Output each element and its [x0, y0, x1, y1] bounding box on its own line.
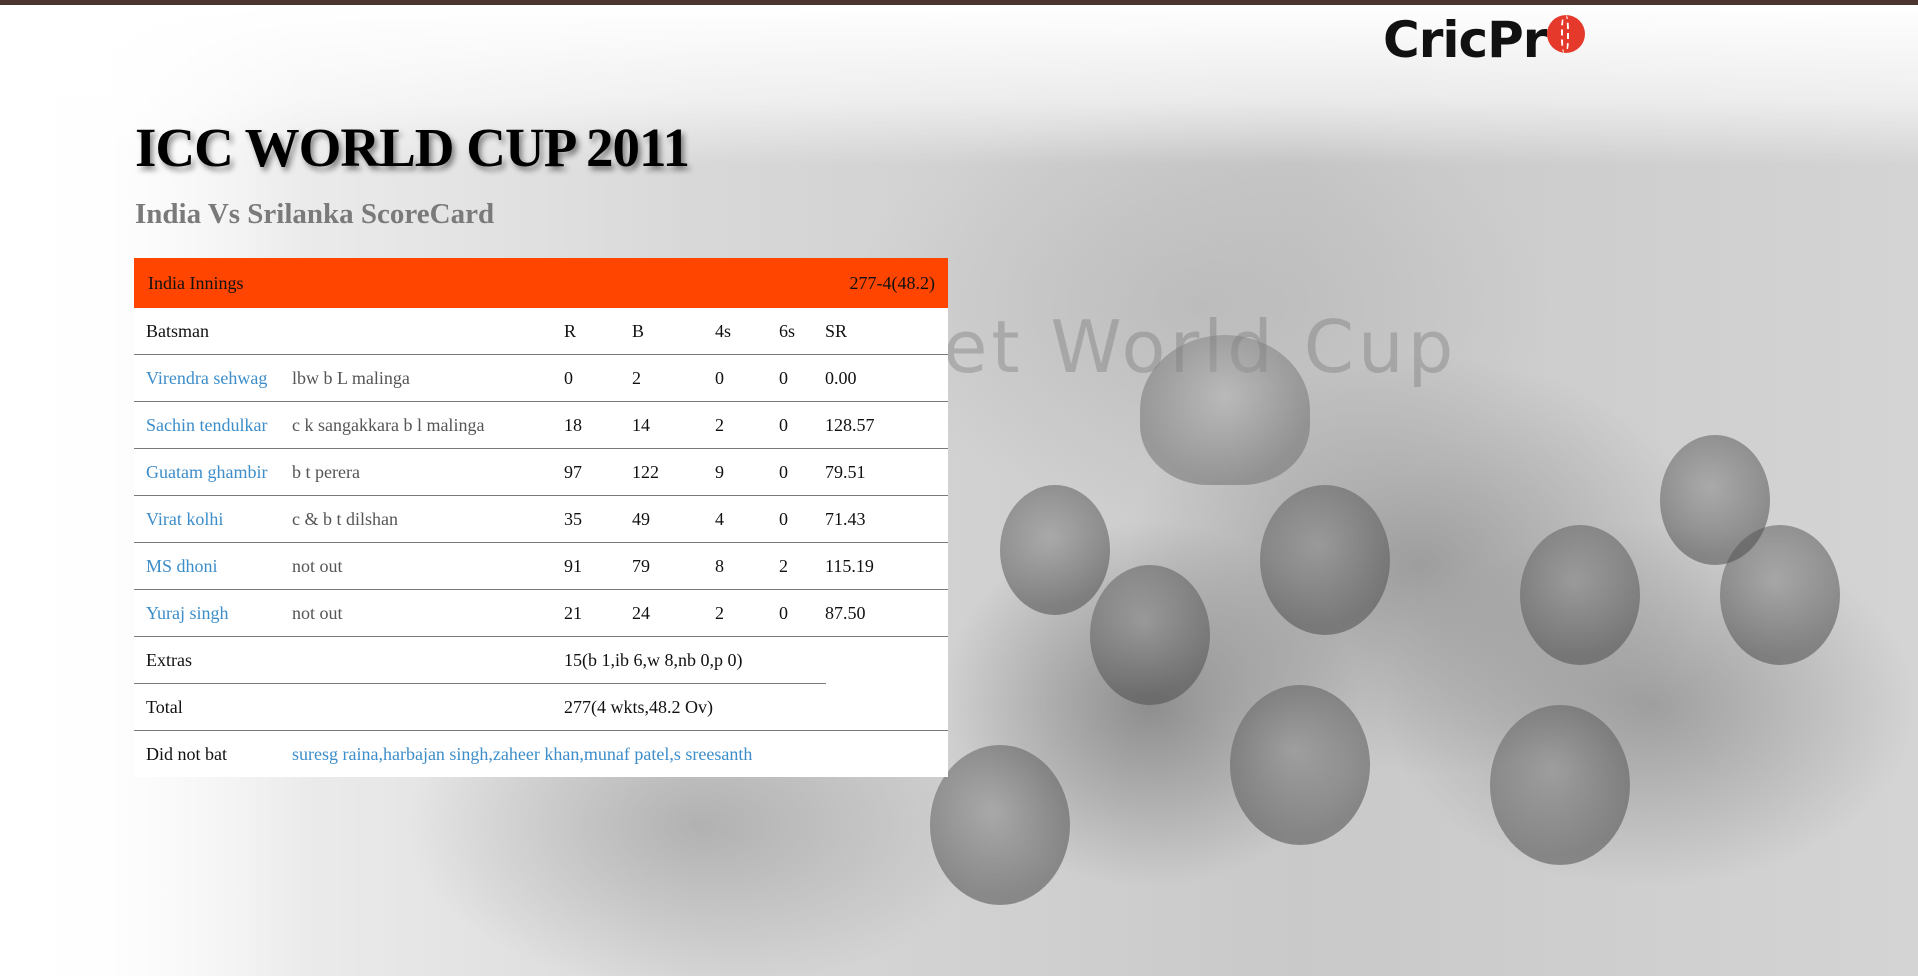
sixes: 0	[779, 461, 788, 482]
cricpro-logo[interactable]: CricPr	[1383, 11, 1586, 69]
batsman-name-link[interactable]: Virendra sehwag	[134, 368, 292, 389]
innings-team-label: India Innings	[148, 272, 244, 293]
fours: 4	[715, 508, 724, 529]
batsman-row: Yuraj singh not out 21 24 2 0 87.50	[134, 590, 948, 637]
column-header-row: Batsman R B 4s 6s SR	[134, 308, 948, 355]
runs: 35	[564, 508, 582, 529]
dismissal: not out	[292, 555, 343, 576]
strike-rate: 79.51	[825, 461, 866, 482]
fours: 2	[715, 602, 724, 623]
runs: 21	[564, 602, 582, 623]
extras-row: Extras 15(b 1,ib 6,w 8,nb 0,p 0)	[134, 637, 948, 684]
extras-label: Extras	[146, 650, 192, 670]
batsman-name-link[interactable]: Sachin tendulkar	[134, 415, 292, 436]
sixes: 2	[779, 555, 788, 576]
dismissal: lbw b L malinga	[292, 367, 410, 388]
col-balls: B	[632, 320, 645, 341]
runs: 97	[564, 461, 582, 482]
strike-rate: 128.57	[825, 414, 875, 435]
dismissal: b t perera	[292, 461, 360, 482]
cricket-ball-icon	[1547, 15, 1586, 53]
strike-rate: 87.50	[825, 602, 866, 623]
sixes: 0	[779, 367, 788, 388]
did-not-bat-row: Did not bat suresg raina,harbajan singh,…	[134, 731, 948, 777]
dismissal: c & b t dilshan	[292, 508, 398, 529]
col-runs: R	[564, 320, 577, 341]
fours: 2	[715, 414, 724, 435]
runs: 0	[564, 367, 573, 388]
runs: 91	[564, 555, 582, 576]
col-sixes: 6s	[779, 320, 796, 341]
dismissal: not out	[292, 602, 343, 623]
did-not-bat-label: Did not bat	[146, 743, 227, 764]
sixes: 0	[779, 508, 788, 529]
col-batsman: Batsman	[146, 320, 209, 341]
fours: 0	[715, 367, 724, 388]
did-not-bat-players-link[interactable]: suresg raina,harbajan singh,zaheer khan,…	[292, 744, 752, 765]
trophy-shape	[1140, 335, 1310, 485]
fours: 9	[715, 461, 724, 482]
strike-rate: 0.00	[825, 367, 857, 388]
fours: 8	[715, 555, 724, 576]
runs: 18	[564, 414, 582, 435]
logo-text: CricPr	[1383, 11, 1547, 69]
balls: 49	[632, 508, 650, 529]
batsman-row: Virendra sehwag lbw b L malinga 0 2 0 0 …	[134, 355, 948, 402]
col-strike-rate: SR	[825, 320, 848, 341]
page-title: ICC WORLD CUP 2011	[135, 117, 690, 178]
total-label: Total	[146, 696, 183, 717]
col-fours: 4s	[715, 320, 732, 341]
extras-value: 15(b 1,ib 6,w 8,nb 0,p 0)	[564, 650, 743, 670]
total-value: 277(4 wkts,48.2 Ov)	[564, 696, 713, 717]
batsman-name-link[interactable]: Yuraj singh	[134, 603, 292, 624]
scorecard-table: India Innings 277-4(48.2) Batsman R B 4s…	[134, 258, 948, 777]
batsman-name-link[interactable]: Guatam ghambir	[134, 462, 292, 483]
total-row: Total 277(4 wkts,48.2 Ov)	[134, 684, 948, 731]
batsman-name-link[interactable]: MS dhoni	[134, 556, 292, 577]
innings-score-summary: 277-4(48.2)	[849, 272, 935, 293]
balls: 14	[632, 414, 650, 435]
balls: 24	[632, 602, 650, 623]
balls: 79	[632, 555, 650, 576]
scorecard-body: Batsman R B 4s 6s SR Virendra sehwag lbw…	[134, 308, 948, 777]
sixes: 0	[779, 602, 788, 623]
balls: 122	[632, 461, 659, 482]
strike-rate: 71.43	[825, 508, 866, 529]
batsman-row: Virat kolhi c & b t dilshan 35 49 4 0 71…	[134, 496, 948, 543]
sixes: 0	[779, 414, 788, 435]
batsman-row: Sachin tendulkar c k sangakkara b l mali…	[134, 402, 948, 449]
batsman-row: MS dhoni not out 91 79 8 2 115.19	[134, 543, 948, 590]
innings-header: India Innings 277-4(48.2)	[134, 258, 948, 308]
balls: 2	[632, 367, 641, 388]
page-subtitle: India Vs Srilanka ScoreCard	[135, 198, 495, 230]
strike-rate: 115.19	[825, 555, 874, 576]
batsman-row: Guatam ghambir b t perera 97 122 9 0 79.…	[134, 449, 948, 496]
batsman-name-link[interactable]: Virat kolhi	[134, 509, 292, 530]
dismissal: c k sangakkara b l malinga	[292, 414, 485, 435]
